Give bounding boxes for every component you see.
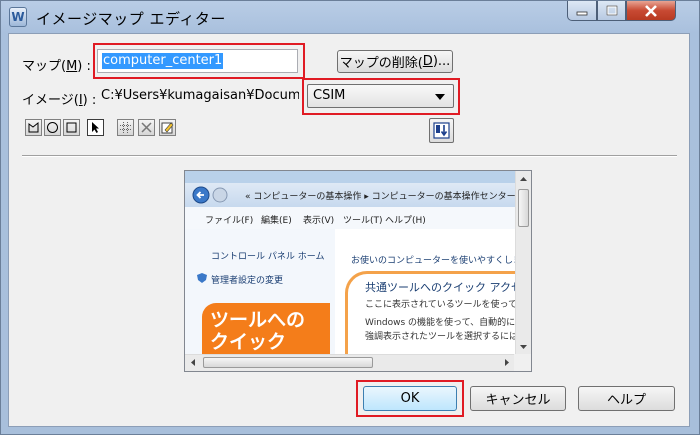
close-icon (645, 4, 657, 17)
title-bar[interactable]: W イメージマップ エディター (1, 1, 699, 34)
circle-tool-button[interactable] (44, 119, 61, 136)
grid-tool-icon (120, 122, 131, 133)
highlight-ok (356, 380, 464, 417)
image-preview[interactable]: « コンピューターの基本操作 ▸ コンピューターの基本操作センター ファイル(F… (184, 170, 532, 372)
delete-shape-icon (141, 122, 152, 133)
preview-menu-help: ヘルプ(H) (385, 216, 426, 226)
preview-menu-edit: 編集(E) (261, 216, 292, 226)
preview-card-line1: ツールへの (210, 309, 306, 331)
preview-screenshot: « コンピューターの基本操作 ▸ コンピューターの基本操作センター ファイル(F… (185, 171, 515, 355)
polygon-tool-icon (28, 121, 39, 133)
maximize-button[interactable] (597, 1, 626, 21)
polygon-tool-button[interactable] (25, 119, 42, 136)
maximize-icon (606, 5, 617, 16)
preview-link-home: コントロール パネル ホーム (211, 252, 325, 262)
pointer-tool-icon (92, 122, 99, 133)
minimize-icon (576, 11, 588, 15)
scroll-corner (514, 354, 531, 371)
window-title: イメージマップ エディター (36, 10, 226, 28)
separator (22, 155, 677, 157)
preview-panel-border (345, 271, 515, 355)
preview-menu-file: ファイル(F) (205, 216, 254, 226)
image-label: イメージ(I) : (22, 93, 97, 108)
scroll-up-icon (520, 177, 527, 181)
highlight-map-name (93, 43, 305, 79)
order-arrow-icon (433, 122, 450, 139)
edit-shape-button[interactable] (159, 119, 176, 136)
delete-map-button[interactable]: マップの削除(D)... (337, 50, 453, 73)
preview-address-bar: « コンピューターの基本操作 ▸ コンピューターの基本操作センター (185, 183, 515, 207)
scroll-down-icon (520, 345, 527, 349)
preview-link-admin: 管理者設定の変更 (211, 276, 284, 286)
help-button[interactable]: ヘルプ (578, 386, 675, 411)
pointer-tool-button[interactable] (87, 119, 104, 136)
preview-card-line2: クイック (210, 331, 287, 353)
preview-titlebar (185, 171, 515, 183)
preview-heading: お使いのコンピューターを使いやすくします (351, 256, 515, 266)
preview-menu-view: 表示(V) (303, 216, 335, 226)
preview-vertical-scrollbar[interactable] (515, 171, 531, 355)
grid-tool-button[interactable] (117, 119, 134, 136)
vertical-scroll-thumb[interactable] (518, 189, 529, 227)
scroll-left-icon (191, 359, 195, 366)
cancel-button[interactable]: キャンセル (470, 386, 566, 411)
preview-menu-tools: ツール(T) (343, 216, 383, 226)
image-path-field: C:¥Users¥kumagaisan¥Docume (99, 86, 299, 106)
shield-icon (197, 273, 207, 283)
preview-orange-card: ツールへの クイック (202, 303, 330, 355)
rectangle-tool-icon (66, 122, 77, 133)
preview-menu: ファイル(F) 編集(E) 表示(V) ツール(T) ヘルプ(H) (185, 207, 515, 230)
back-icon (192, 186, 228, 204)
close-button[interactable] (626, 1, 676, 21)
delete-shape-button[interactable] (138, 119, 155, 136)
scroll-right-icon (505, 359, 509, 366)
minimize-button[interactable] (567, 1, 597, 21)
map-label: マップ(M) : (22, 59, 91, 74)
order-button[interactable] (429, 118, 454, 143)
horizontal-scroll-thumb[interactable] (203, 357, 373, 368)
app-icon: W (9, 7, 27, 27)
circle-tool-icon (47, 122, 58, 133)
edit-shape-icon (161, 122, 174, 134)
preview-horizontal-scrollbar[interactable] (185, 354, 515, 371)
highlight-map-type (302, 78, 460, 115)
rectangle-tool-button[interactable] (63, 119, 80, 136)
preview-address: « コンピューターの基本操作 ▸ コンピューターの基本操作センター (245, 192, 515, 202)
